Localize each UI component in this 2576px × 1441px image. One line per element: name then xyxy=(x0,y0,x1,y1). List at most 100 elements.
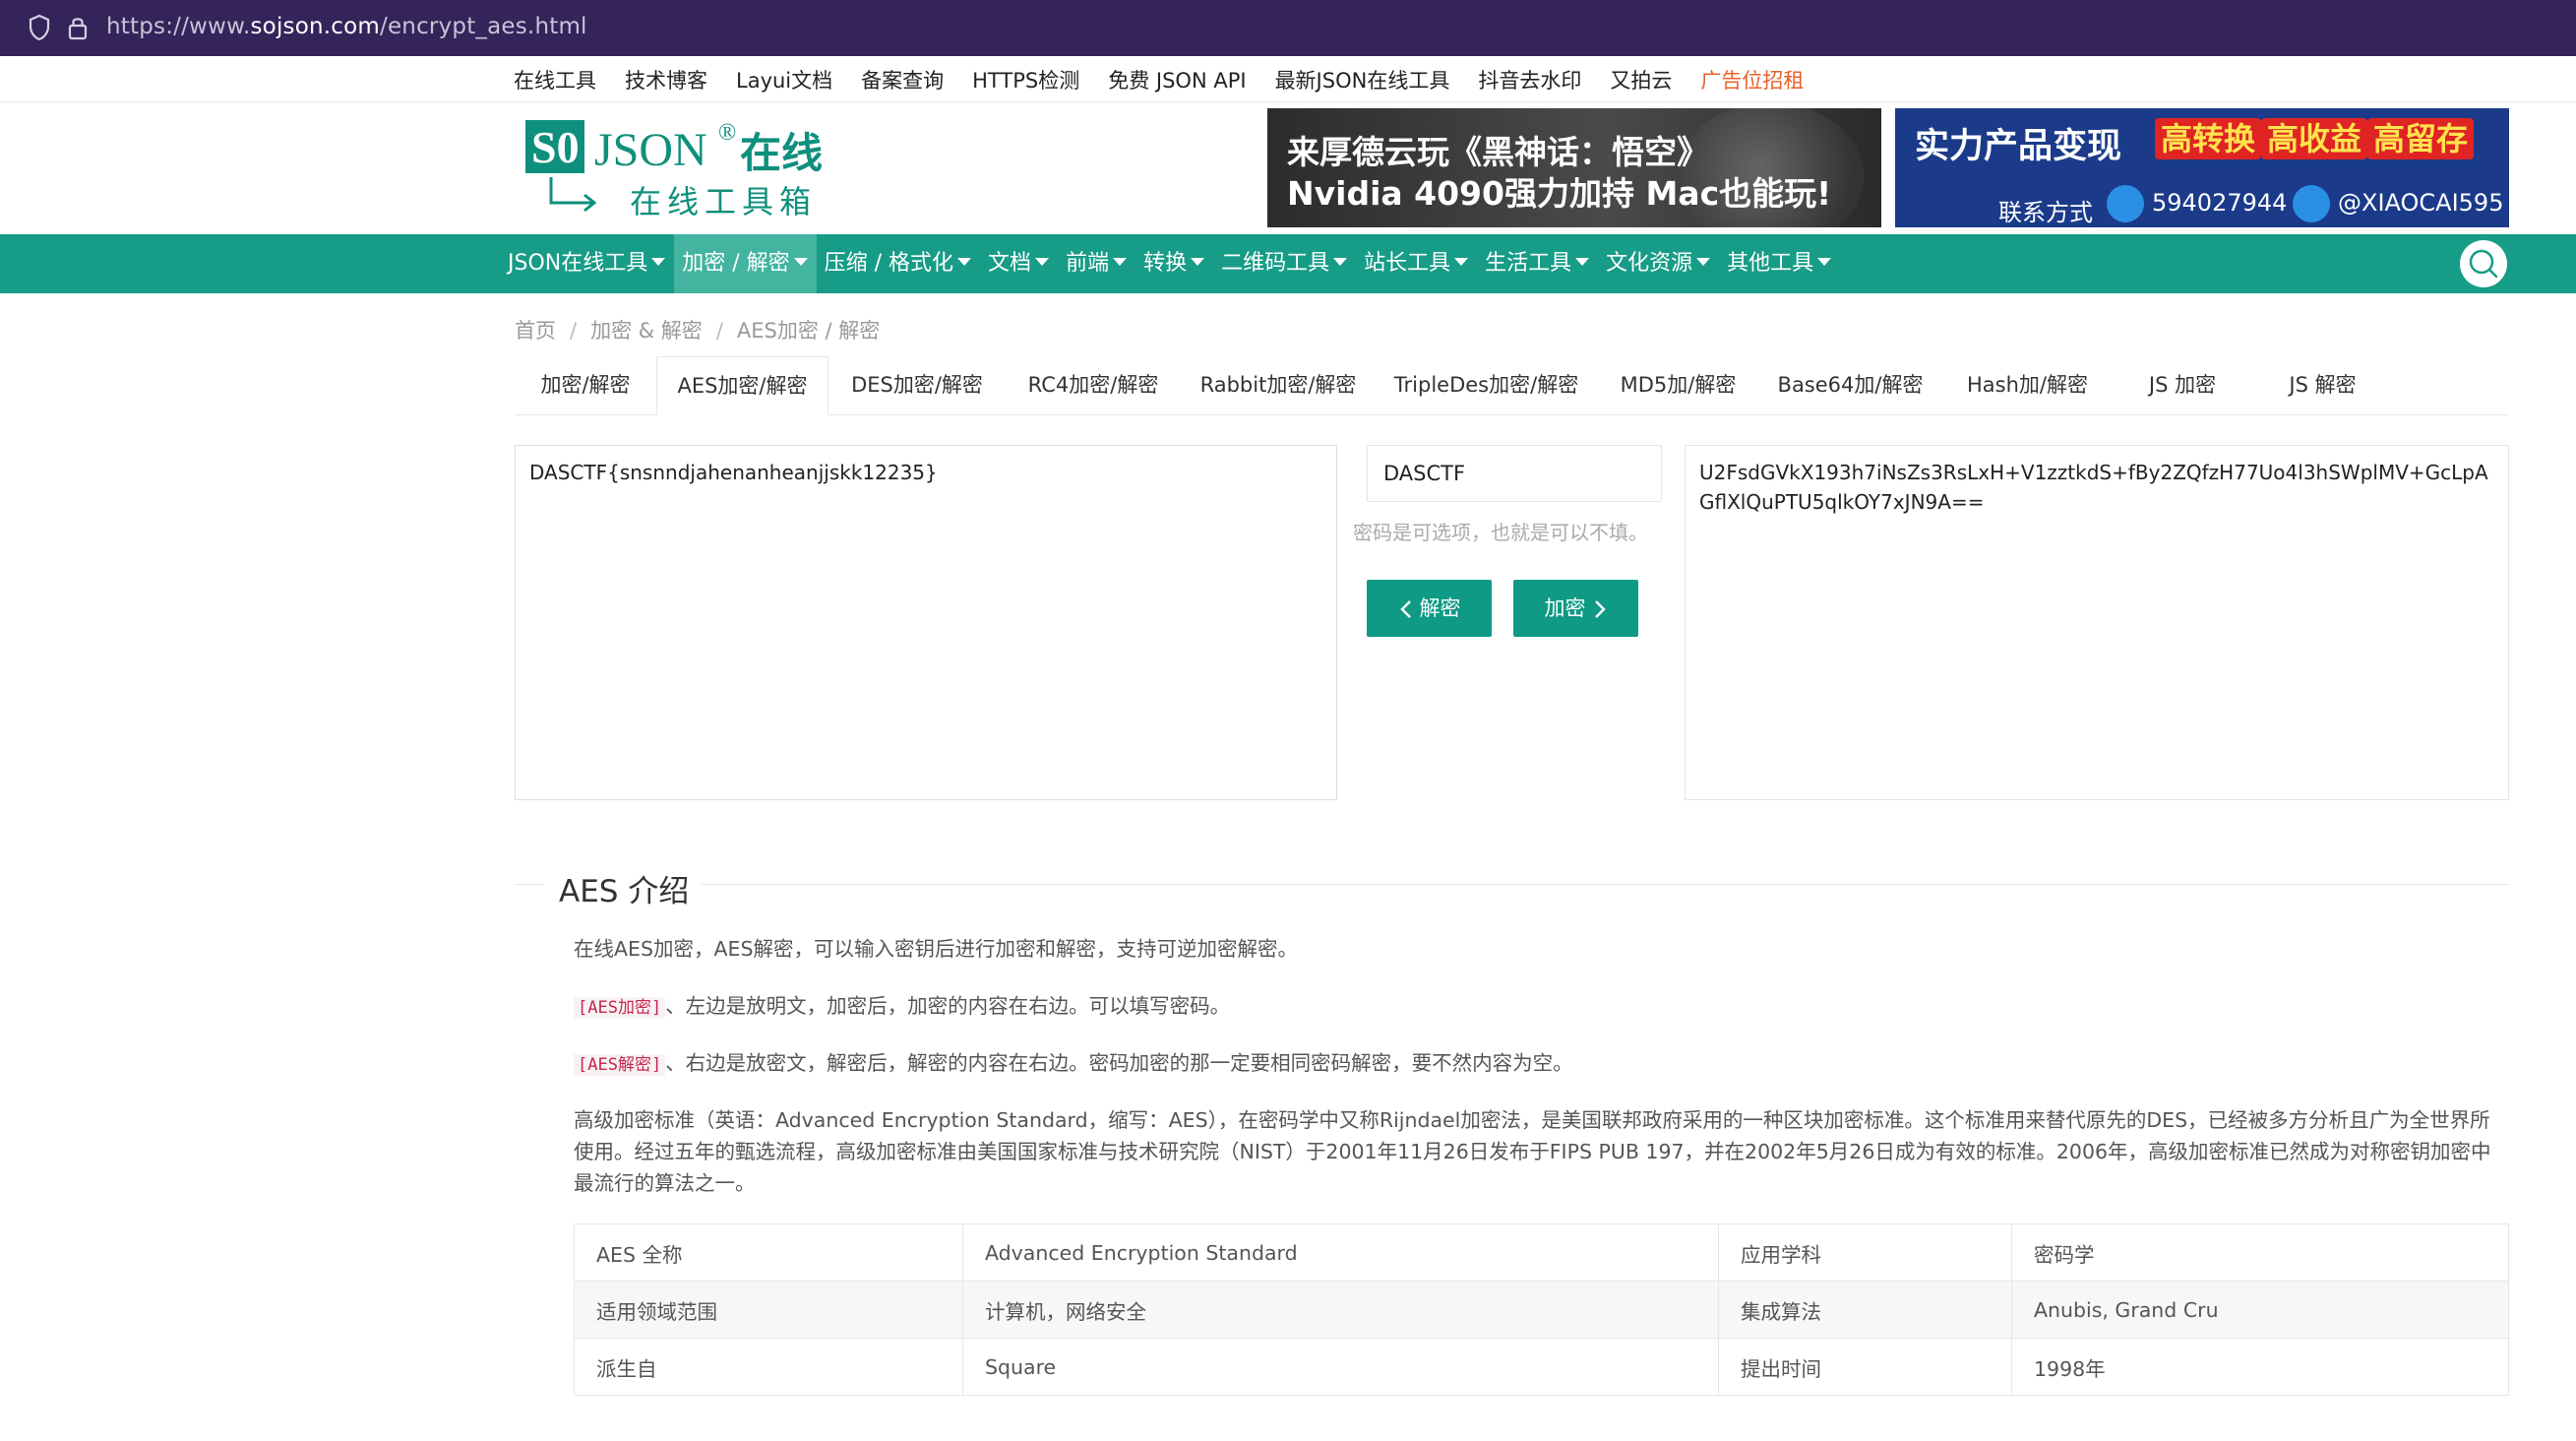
tab-hash[interactable]: Hash加/解密 xyxy=(1941,356,2114,415)
top-link[interactable]: Layui文档 xyxy=(736,65,832,98)
tab-js-encrypt[interactable]: JS 加密 xyxy=(2114,356,2251,415)
svg-text:S0: S0 xyxy=(531,122,580,172)
breadcrumb-home[interactable]: 首页 xyxy=(515,319,556,343)
caret-down-icon xyxy=(1575,258,1590,266)
encrypt-button[interactable]: 加密 xyxy=(1513,580,1638,637)
telegram-icon xyxy=(2293,185,2330,222)
qq-icon xyxy=(2107,185,2144,222)
breadcrumb-category[interactable]: 加密 & 解密 xyxy=(590,319,703,343)
top-link-ad[interactable]: 广告位招租 xyxy=(1700,65,1804,98)
nav-convert[interactable]: 转换 xyxy=(1135,234,1213,293)
banner-headline: 来厚德云玩《黑神话：悟空》 xyxy=(1287,133,1709,171)
table-row: 派生自 Square 提出时间 1998年 xyxy=(574,1338,2509,1396)
intro-paragraph: [AES解密] 、右边是放密文，解密后，解密的内容在右边。密码加密的那一定要相同密… xyxy=(574,1047,1573,1081)
table-row: AES 全称 Advanced Encryption Standard 应用学科… xyxy=(574,1223,2509,1282)
table-cell: 集成算法 xyxy=(1718,1281,2012,1339)
table-cell: 计算机，网络安全 xyxy=(962,1281,1719,1339)
top-link[interactable]: 备案查询 xyxy=(861,65,944,98)
nav-life-tools[interactable]: 生活工具 xyxy=(1477,234,1598,293)
search-button[interactable] xyxy=(2460,240,2507,287)
table-row: 适用领域范围 计算机，网络安全 集成算法 Anubis, Grand Cru xyxy=(574,1281,2509,1339)
nav-culture[interactable]: 文化资源 xyxy=(1598,234,1719,293)
caret-down-icon xyxy=(1454,258,1469,266)
telegram-contact: @XIAOCAI595 xyxy=(2293,185,2503,222)
caret-down-icon xyxy=(1191,258,1205,266)
top-link[interactable]: 抖音去水印 xyxy=(1478,65,1581,98)
decrypt-button[interactable]: 解密 xyxy=(1367,580,1492,637)
nav-docs[interactable]: 文档 xyxy=(980,234,1058,293)
banner-title: 实力产品变现 xyxy=(1915,127,2122,166)
browser-address-bar: https://www.sojson.com/encrypt_aes.html xyxy=(0,0,2576,56)
svg-text:JSON: JSON xyxy=(594,124,707,176)
divider xyxy=(0,101,2576,102)
chevron-right-icon xyxy=(1594,600,1606,618)
caret-down-icon xyxy=(1696,258,1711,266)
banner-subline: Nvidia 4090强力加持 Mac也能玩! xyxy=(1287,174,1832,213)
banner-tag: 高收益 xyxy=(2261,118,2368,159)
table-cell: AES 全称 xyxy=(574,1223,963,1282)
svg-text:®: ® xyxy=(718,120,736,146)
tab-rabbit[interactable]: Rabbit加密/解密 xyxy=(1181,356,1376,415)
nav-frontend[interactable]: 前端 xyxy=(1058,234,1135,293)
table-cell: Advanced Encryption Standard xyxy=(962,1223,1719,1282)
caret-down-icon xyxy=(793,258,808,266)
caret-down-icon xyxy=(1113,258,1128,266)
tab-md5[interactable]: MD5加/解密 xyxy=(1597,356,1759,415)
tab-aes[interactable]: AES加密/解密 xyxy=(656,356,828,415)
ciphertext-output[interactable]: U2FsdGVkX193h7iNsZs3RsLxH+V1zztkdS+fBy2Z… xyxy=(1685,445,2509,800)
table-cell: Anubis, Grand Cru xyxy=(2011,1281,2509,1339)
tab-rc4[interactable]: RC4加密/解密 xyxy=(1006,356,1181,415)
breadcrumb: 首页 / 加密 & 解密 / AES加密 / 解密 xyxy=(515,319,881,343)
tab-base64[interactable]: Base64加/解密 xyxy=(1759,356,1941,415)
intro-paragraph: 高级加密标准（英语：Advanced Encryption Standard，缩… xyxy=(574,1108,2491,1195)
caret-down-icon xyxy=(957,258,972,266)
caret-down-icon xyxy=(651,258,666,266)
nav-json-tools[interactable]: JSON在线工具 xyxy=(500,234,674,293)
nav-qrcode-tools[interactable]: 二维码工具 xyxy=(1213,234,1356,293)
top-links: 在线工具 技术博客 Layui文档 备案查询 HTTPS检测 免费 JSON A… xyxy=(514,65,1832,98)
top-link[interactable]: HTTPS检测 xyxy=(972,65,1079,98)
nav-compress-format[interactable]: 压缩 / 格式化 xyxy=(817,234,980,293)
caret-down-icon xyxy=(1035,258,1050,266)
section-title: AES 介绍 xyxy=(559,874,690,909)
top-link[interactable]: 在线工具 xyxy=(514,65,596,98)
site-logo[interactable]: S0 JSON ® 在线 在线工具箱 xyxy=(523,116,828,224)
contact-label: 联系方式 xyxy=(1998,199,2093,226)
nav-other-tools[interactable]: 其他工具 xyxy=(1719,234,1840,293)
nav-encrypt-decrypt[interactable]: 加密 / 解密 xyxy=(674,234,817,293)
caret-down-icon xyxy=(1333,258,1348,266)
table-cell: Square xyxy=(962,1338,1719,1396)
intro-paragraph: [AES加密] 、左边是放明文，加密后，加密的内容在右边。可以填写密码。 xyxy=(574,990,1230,1024)
password-input[interactable]: DASCTF xyxy=(1367,445,1662,502)
code-tag: [AES解密] xyxy=(574,1054,666,1076)
tab-des[interactable]: DES加密/解密 xyxy=(828,356,1006,415)
top-link[interactable]: 免费 JSON API xyxy=(1108,65,1246,98)
banner-tag: 高留存 xyxy=(2367,118,2475,159)
ad-banner-contact[interactable]: 实力产品变现 高转换 高收益 高留存 联系方式 594027944 @XIAOC… xyxy=(1895,108,2509,227)
divider xyxy=(515,884,544,885)
tab-js-decrypt[interactable]: JS 解密 xyxy=(2251,356,2394,415)
top-link[interactable]: 又拍云 xyxy=(1610,65,1672,98)
table-cell: 派生自 xyxy=(574,1338,963,1396)
qq-contact: 594027944 xyxy=(2107,185,2287,222)
ad-banner-game[interactable]: 来厚德云玩《黑神话：悟空》 Nvidia 4090强力加持 Mac也能玩! xyxy=(1267,108,1881,227)
password-hint: 密码是可选项，也就是可以不填。 xyxy=(1353,521,1648,544)
table-cell: 适用领域范围 xyxy=(574,1281,963,1339)
tool-tabs: 加密/解密 AES加密/解密 DES加密/解密 RC4加密/解密 Rabbit加… xyxy=(515,356,2509,415)
top-link[interactable]: 技术博客 xyxy=(625,65,707,98)
shield-icon[interactable] xyxy=(28,14,51,41)
top-link[interactable]: 最新JSON在线工具 xyxy=(1275,65,1450,98)
plaintext-input[interactable]: DASCTF{snsnndjahenanheanjjskk12235} xyxy=(515,445,1337,800)
breadcrumb-current: AES加密 / 解密 xyxy=(736,319,881,343)
chevron-left-icon xyxy=(1399,600,1411,618)
tab-tripledes[interactable]: TripleDes加密/解密 xyxy=(1376,356,1597,415)
url-field[interactable]: https://www.sojson.com/encrypt_aes.html xyxy=(106,14,587,39)
banner-tag: 高转换 xyxy=(2155,118,2262,159)
tab-encrypt-decrypt[interactable]: 加密/解密 xyxy=(515,356,656,415)
aes-info-table: AES 全称 Advanced Encryption Standard 应用学科… xyxy=(574,1223,2509,1396)
main-nav: JSON在线工具 加密 / 解密 压缩 / 格式化 文档 前端 转换 二维码工具… xyxy=(0,234,2576,293)
svg-text:在线工具箱: 在线工具箱 xyxy=(630,183,817,220)
nav-webmaster-tools[interactable]: 站长工具 xyxy=(1356,234,1477,293)
divider xyxy=(702,884,2509,885)
lock-icon[interactable] xyxy=(67,14,89,41)
